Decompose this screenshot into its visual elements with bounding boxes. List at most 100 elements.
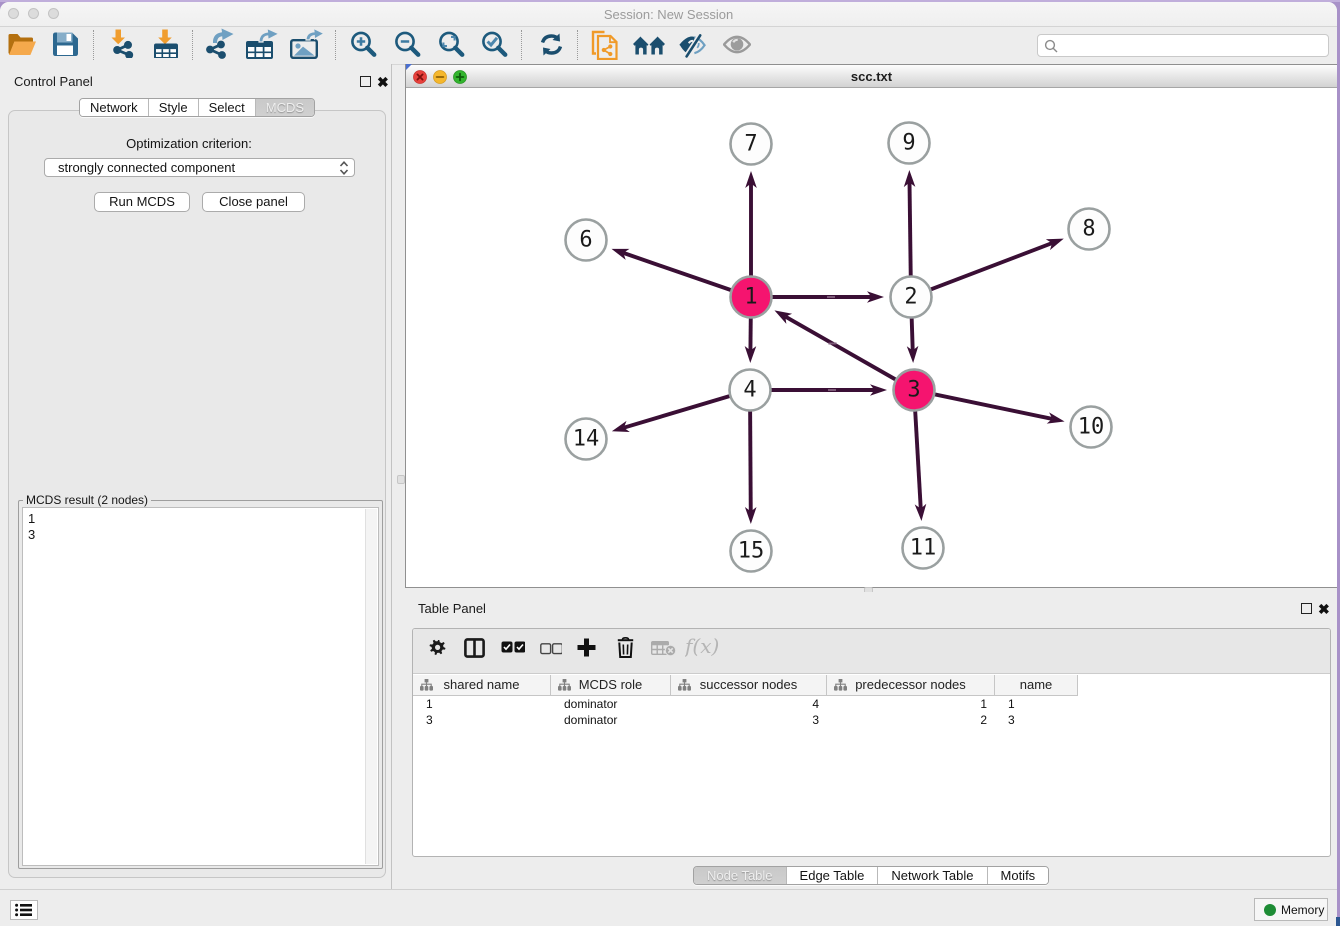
table-tab-network-table[interactable]: Network Table	[878, 867, 987, 884]
export-image-button[interactable]	[290, 28, 324, 64]
search-field[interactable]	[1037, 34, 1329, 57]
plus-icon	[576, 637, 597, 658]
mcds-result-group: MCDS result (2 nodes) 13	[18, 494, 383, 869]
graph-node-10[interactable]: 10	[1071, 407, 1112, 448]
function-builder-button[interactable]: f(x)	[685, 634, 723, 665]
svg-text:f(x): f(x)	[685, 634, 719, 658]
save-session-button[interactable]	[52, 31, 79, 62]
column-header-name[interactable]: name	[995, 675, 1078, 696]
column-header-MCDS-role[interactable]: MCDS role	[551, 675, 671, 696]
graph-node-4[interactable]: 4	[730, 370, 771, 411]
edge-3-1[interactable]	[774, 310, 914, 390]
edge-3-10[interactable]	[914, 390, 1065, 424]
eye-slash-icon	[678, 32, 708, 58]
dropdown-chevrons-icon	[339, 161, 349, 175]
task-history-button[interactable]	[10, 900, 38, 920]
edge-line	[911, 243, 1052, 297]
table-toolbar: f(x)	[413, 629, 1330, 674]
cell-shared-name: 1	[413, 696, 551, 712]
result-line: 3	[23, 527, 378, 543]
delete-column-button[interactable]	[617, 637, 634, 663]
table-row[interactable]: 1dominator411	[413, 696, 1330, 712]
node-label: 2	[904, 285, 917, 310]
refresh-button[interactable]	[538, 31, 565, 64]
graph-node-1[interactable]: 1	[731, 277, 772, 318]
tab-select[interactable]: Select	[199, 99, 256, 116]
table-tab-motifs[interactable]: Motifs	[988, 867, 1049, 884]
run-mcds-button[interactable]: Run MCDS	[94, 192, 190, 212]
node-label: 9	[902, 131, 915, 156]
clone-network-button[interactable]	[591, 30, 619, 65]
graph-node-9[interactable]: 9	[889, 123, 930, 164]
node-label: 6	[579, 228, 592, 253]
memory-button[interactable]: Memory	[1254, 898, 1328, 921]
cell-MCDS-role: dominator	[551, 696, 671, 712]
table-close-icon[interactable]: ✖	[1318, 604, 1330, 615]
export-network-icon	[205, 28, 234, 59]
zoom-out-icon	[393, 31, 421, 59]
import-table-button[interactable]	[152, 29, 179, 63]
close-panel-button[interactable]: Close panel	[202, 192, 305, 212]
zoom-selected-button[interactable]	[480, 31, 508, 64]
edge-2-8[interactable]	[911, 239, 1064, 297]
delete-table-button[interactable]	[651, 641, 676, 661]
table-tab-edge-table[interactable]: Edge Table	[787, 867, 879, 884]
tab-network[interactable]: Network	[80, 99, 149, 116]
open-folder-icon	[7, 32, 37, 57]
show-all-button[interactable]	[723, 34, 751, 61]
close-panel-icon[interactable]: ✖	[377, 77, 389, 88]
float-panel-icon[interactable]	[360, 76, 371, 87]
import-table-icon	[152, 29, 179, 58]
show-column-selector-button[interactable]	[464, 638, 485, 663]
node-label: 8	[1082, 217, 1095, 242]
graph-node-15[interactable]: 15	[731, 531, 772, 572]
open-file-button[interactable]	[7, 32, 37, 62]
zoom-out-button[interactable]	[393, 31, 421, 64]
column-header-shared-name[interactable]: shared name	[413, 675, 551, 696]
graph-node-7[interactable]: 7	[731, 124, 772, 165]
import-network-button[interactable]	[108, 29, 135, 63]
cell-MCDS-role: dominator	[551, 712, 671, 728]
first-neighbors-button[interactable]	[633, 33, 665, 64]
network-canvas[interactable]: 7 9 6 8 1 2 4 3 14 10 15 11	[406, 88, 1336, 586]
unchecked-checkboxes-icon	[540, 643, 562, 655]
mcds-result-list[interactable]: 13	[22, 507, 379, 866]
criterion-dropdown[interactable]: strongly connected component	[44, 158, 355, 177]
graph-node-3[interactable]: 3	[894, 370, 935, 411]
edge-line	[785, 317, 914, 390]
select-all-button[interactable]	[501, 641, 525, 659]
edge-label	[828, 389, 836, 391]
export-network-button[interactable]	[205, 28, 234, 64]
clone-network-icon	[591, 30, 619, 60]
graph-node-11[interactable]: 11	[903, 528, 944, 569]
search-input[interactable]	[1062, 36, 1322, 55]
tab-mcds[interactable]: MCDS	[256, 99, 314, 116]
export-table-button[interactable]	[246, 28, 280, 64]
result-scrollbar[interactable]	[365, 509, 377, 864]
columns-icon	[464, 638, 485, 658]
table-float-icon[interactable]	[1301, 603, 1312, 614]
graph-node-6[interactable]: 6	[566, 220, 607, 261]
zoom-in-icon	[349, 31, 377, 59]
hide-selected-button[interactable]	[678, 32, 708, 63]
node-label: 1	[744, 285, 757, 310]
gear-icon	[429, 638, 447, 657]
deselect-all-button[interactable]	[540, 642, 562, 660]
tree-icon	[420, 679, 433, 691]
table-settings-button[interactable]	[429, 638, 447, 662]
table-row[interactable]: 3dominator323	[413, 712, 1330, 728]
vertical-splitter-grip[interactable]	[397, 475, 405, 484]
column-header-predecessor-nodes[interactable]: predecessor nodes	[827, 675, 995, 696]
add-column-button[interactable]	[576, 637, 597, 663]
zoom-in-button[interactable]	[349, 31, 377, 64]
graph-node-14[interactable]: 14	[566, 419, 607, 460]
column-header-successor-nodes[interactable]: successor nodes	[671, 675, 827, 696]
zoom-fit-button[interactable]	[437, 31, 465, 64]
edge-1-6[interactable]	[612, 249, 751, 297]
graph-node-2[interactable]: 2	[891, 277, 932, 318]
tab-style[interactable]: Style	[149, 99, 199, 116]
toolbar-separator	[577, 30, 578, 60]
app-window: Session: New Session	[0, 2, 1337, 926]
graph-node-8[interactable]: 8	[1069, 209, 1110, 250]
table-tab-node-table[interactable]: Node Table	[694, 867, 787, 884]
